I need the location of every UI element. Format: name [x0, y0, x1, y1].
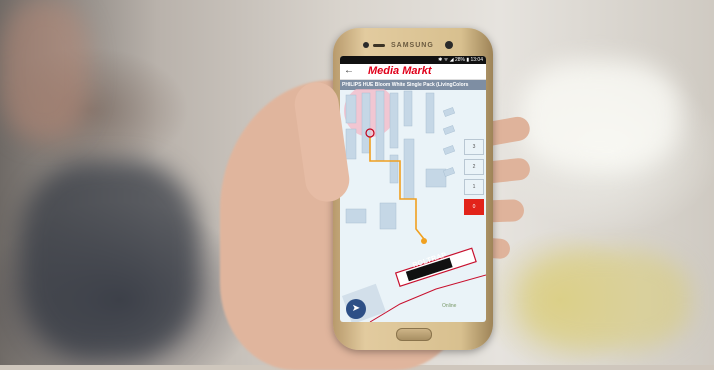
floor-button-1[interactable]: 1: [464, 179, 484, 195]
shelf-block: [425, 92, 435, 134]
shelf-block: [442, 125, 456, 135]
shelf-block: [389, 154, 399, 184]
back-arrow-icon[interactable]: ←: [344, 65, 354, 76]
front-camera-icon: [363, 42, 369, 48]
shelf-block: [425, 168, 447, 188]
shelf-block: [375, 90, 385, 162]
floor-button-2[interactable]: 2: [464, 159, 484, 175]
blurred-shelf-light: [520, 60, 680, 170]
shelf-block: [345, 128, 357, 160]
beacon-label: Online: [442, 303, 457, 309]
shelf-block: [361, 92, 371, 154]
app-bar: ← Media Markt: [340, 64, 486, 80]
smartphone: SAMSUNG ✱ ᯤ ◢ 28% ▮ 13:04 ← Media Markt …: [333, 28, 493, 350]
phone-brand: SAMSUNG: [391, 42, 434, 49]
shelf-block: [389, 92, 399, 149]
shelf-block: [345, 94, 357, 124]
sensor-icon: [445, 41, 453, 49]
floor-button-3[interactable]: 3: [464, 139, 484, 155]
home-button[interactable]: [396, 328, 432, 341]
blurred-face: [0, 0, 90, 140]
current-position-icon: [421, 238, 427, 244]
blurred-shoulder: [20, 160, 200, 360]
shelf-block: [442, 107, 456, 117]
shelf-block: [403, 138, 415, 200]
shelf-block: [345, 208, 367, 224]
shelf-block: [442, 145, 456, 155]
media-markt-logo: Media Markt: [368, 65, 432, 77]
store-wall-line: [369, 274, 486, 322]
earpiece-speaker: [373, 44, 385, 47]
shelf-block: [403, 90, 413, 127]
shelf-block: [379, 202, 397, 230]
blurred-shelf-products: [520, 250, 690, 350]
phone-screen[interactable]: ✱ ᯤ ◢ 28% ▮ 13:04 ← Media Markt PHILIPS …: [340, 56, 486, 322]
status-bar: ✱ ᯤ ◢ 28% ▮ 13:04: [340, 56, 486, 64]
floor-button-0[interactable]: 0: [464, 199, 484, 215]
compass-icon[interactable]: ➤: [346, 299, 366, 319]
store-map[interactable]: ROLTRAP Online 3 2 1 0 ➤: [340, 85, 486, 322]
